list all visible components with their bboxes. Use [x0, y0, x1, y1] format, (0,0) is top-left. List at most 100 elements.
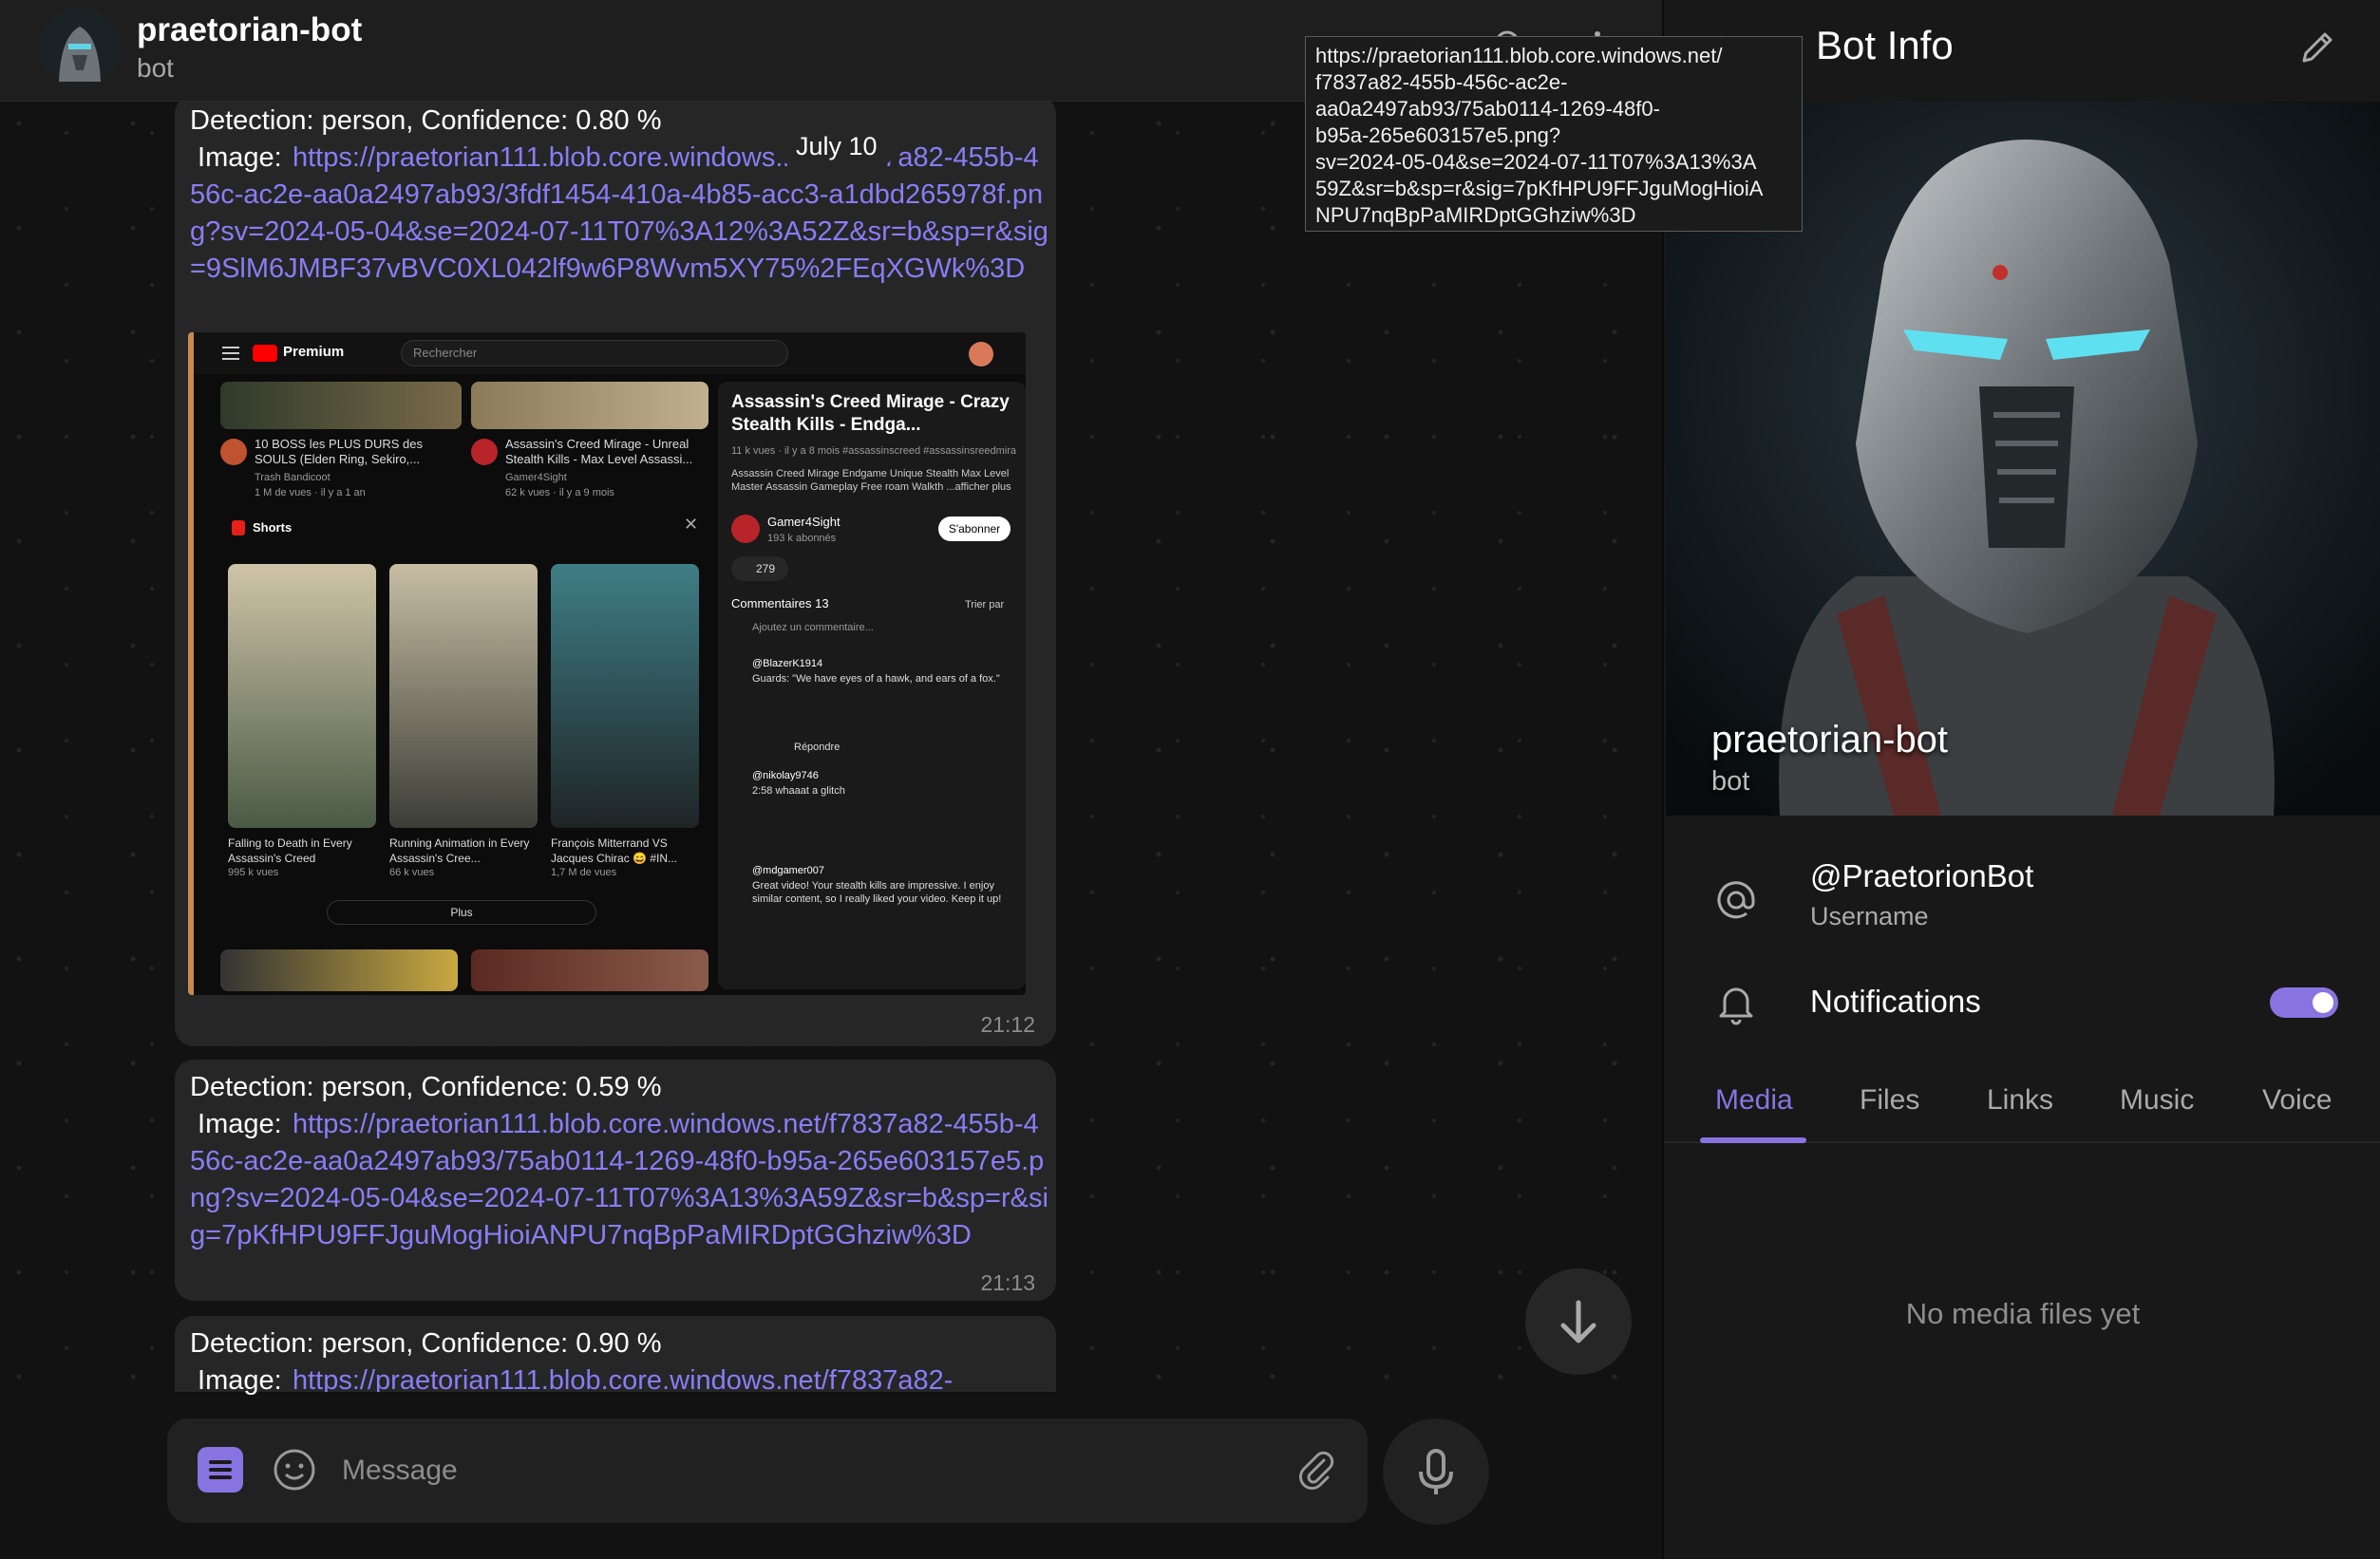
chat-subtitle: bot — [137, 53, 174, 83]
channel-avatar — [471, 439, 498, 465]
comment-text: Great video! Your stealth kills are impr… — [752, 880, 1002, 905]
video-channel: Trash Bandicoot — [255, 472, 331, 483]
message-text: Detection: person, Confidence: 0.90 % — [190, 1328, 662, 1359]
link-tooltip: https://praetorian111.blob.core.windows.… — [1305, 36, 1803, 232]
short-views: 1,7 M de vues — [551, 867, 617, 878]
video-meta: 11 k vues · il y a 8 mois #assassinscree… — [731, 445, 1016, 457]
shorts-label: Shorts — [253, 520, 293, 535]
menu-icon — [209, 1460, 232, 1479]
video-meta: 62 k vues · il y a 9 mois — [505, 487, 614, 498]
username-value[interactable]: @PraetorionBot — [1810, 858, 2033, 894]
short-thumbnail — [228, 564, 376, 828]
chat-title: praetorian-bot — [137, 11, 363, 48]
tab-files[interactable]: Files — [1860, 1084, 1919, 1117]
tab-music[interactable]: Music — [2120, 1084, 2194, 1117]
message-link[interactable]: https://praetorian111.blob.core.windows.… — [190, 1106, 1049, 1254]
channel-subs: 193 k abonnés — [767, 533, 837, 544]
short-title: Falling to Death in Every Assassin's Cre… — [228, 836, 352, 865]
edit-icon[interactable] — [2295, 25, 2340, 70]
emoji-icon[interactable] — [272, 1447, 317, 1493]
image-attachment[interactable]: Premium Rechercher 10 BOSS les PLUS DURS… — [188, 332, 1026, 995]
tooltip-line: sv=2024-05-04&se=2024-07-11T07%3A13%3A — [1315, 150, 1757, 174]
chat-area: praetorian-bot bot July 10 Detection: pe… — [0, 0, 1662, 1559]
bell-icon — [1719, 987, 1753, 1025]
voice-record-button[interactable] — [1383, 1418, 1489, 1525]
notifications-label: Notifications — [1810, 984, 1981, 1019]
video-channel: Gamer4Sight — [505, 472, 567, 483]
arrow-down-icon — [1560, 1300, 1596, 1343]
subscribe-button: S'abonner — [938, 517, 1011, 541]
message-link[interactable]: https://praetorian111.blob.core.windows.… — [190, 1362, 1049, 1392]
short-title: Running Animation in Every Assassin's Cr… — [389, 836, 530, 865]
bot-info-panel: Bot Info praetorian-bot bot @PraetorionB… — [1662, 0, 2380, 1559]
comment-user: @nikolay9746 — [752, 770, 819, 781]
bot-subtitle: bot — [1711, 766, 1750, 797]
notifications-toggle[interactable] — [2270, 987, 2338, 1018]
reply-label: Répondre — [794, 742, 841, 753]
bot-name: praetorian-bot — [1711, 719, 1949, 761]
comment-user: @BlazerK1914 — [752, 658, 823, 669]
tab-media[interactable]: Media — [1715, 1084, 1793, 1117]
comment-user: @mdgamer007 — [752, 865, 824, 876]
video-title: 10 BOSS les PLUS DURS des SOULS (Elden R… — [255, 437, 424, 466]
yt-search-input: Rechercher — [401, 340, 788, 366]
message-text: Detection: person, Confidence: 0.59 % — [190, 1072, 662, 1102]
close-icon: ✕ — [684, 515, 699, 534]
scroll-down-button[interactable] — [1525, 1268, 1632, 1375]
message-time: 21:13 — [980, 1270, 1035, 1295]
panel-title: Bot Info — [1816, 23, 1954, 67]
video-thumbnail — [471, 382, 708, 429]
more-button: Plus — [327, 900, 596, 925]
video-meta: 1 M de vues · il y a 1 an — [255, 487, 366, 498]
video-thumbnail — [220, 949, 458, 991]
video-title: Assassin's Creed Mirage - Crazy Stealth … — [731, 392, 1010, 435]
tooltip-line: f7837a82-455b-456c-ac2e- — [1315, 70, 1568, 94]
message-bubble[interactable]: Detection: person, Confidence: 0.59 % Im… — [175, 1060, 1056, 1301]
message-bubble[interactable]: Detection: person, Confidence: 0.80 % Im… — [175, 95, 1056, 1046]
channel-avatar — [220, 439, 247, 465]
yt-brand: Premium — [283, 344, 345, 360]
yt-avatar — [969, 342, 993, 366]
hamburger-icon — [222, 347, 239, 360]
short-title: François Mitterrand VS Jacques Chirac 😄 … — [551, 836, 677, 865]
message-text: Detection: person, Confidence: 0.80 % — [190, 105, 662, 136]
empty-media-text: No media files yet — [1905, 1297, 2141, 1330]
tab-links[interactable]: Links — [1987, 1084, 2053, 1117]
active-tab-indicator — [1700, 1137, 1806, 1143]
date-label: July 10 — [777, 125, 897, 167]
message-time: 21:12 — [980, 1012, 1035, 1037]
message-bubble[interactable]: Detection: person, Confidence: 0.90 % Im… — [175, 1316, 1056, 1396]
short-thumbnail — [551, 564, 699, 828]
tab-voice[interactable]: Voice — [2262, 1084, 2332, 1117]
username-label: Username — [1810, 902, 1929, 930]
bot-menu-button[interactable] — [198, 1447, 243, 1493]
toggle-knob — [2310, 989, 2336, 1016]
short-thumbnail — [389, 564, 538, 828]
shorts-icon — [232, 520, 245, 535]
media-tabs: Media Files Links Music Voice — [1664, 1063, 2380, 1143]
message-input[interactable] — [342, 1437, 1102, 1504]
sort-label: Trier par — [965, 599, 1005, 610]
comment-text: Guards: "We have eyes of a hawk, and ear… — [752, 673, 1000, 685]
tooltip-line: aa0a2497ab93/75ab0114-1269-48f0- — [1315, 97, 1660, 121]
at-sign-icon — [1717, 881, 1755, 919]
message-composer — [167, 1418, 1368, 1523]
youtube-logo-icon — [253, 345, 277, 362]
tooltip-line: 59Z&sr=b&sp=r&sig=7pKfHPU9FFJguMogHioiA — [1315, 177, 1764, 200]
microphone-icon — [1419, 1449, 1453, 1494]
message-link[interactable]: https://praetorian111.blob.core.windows.… — [190, 140, 1049, 288]
avatar[interactable] — [40, 8, 120, 87]
channel-avatar — [731, 515, 760, 543]
short-views: 66 k vues — [389, 867, 435, 878]
short-views: 995 k vues — [228, 867, 279, 878]
attach-icon[interactable] — [1294, 1447, 1339, 1493]
channel-name: Gamer4Sight — [767, 515, 841, 529]
add-comment: Ajoutez un commentaire... — [752, 622, 874, 633]
comments-label: Commentaires 13 — [731, 596, 829, 610]
tooltip-line: b95a-265e603157e5.png? — [1315, 123, 1561, 147]
video-thumbnail — [471, 949, 708, 991]
video-title: Assassin's Creed Mirage - Unreal Stealth… — [505, 437, 693, 466]
video-description: Assassin Creed Mirage Endgame Unique Ste… — [731, 468, 1011, 493]
video-details-panel: Assassin's Creed Mirage - Crazy Stealth … — [718, 382, 1026, 989]
tooltip-line: NPU7nqBpPaMIRDptGGhziw%3D — [1315, 203, 1636, 227]
